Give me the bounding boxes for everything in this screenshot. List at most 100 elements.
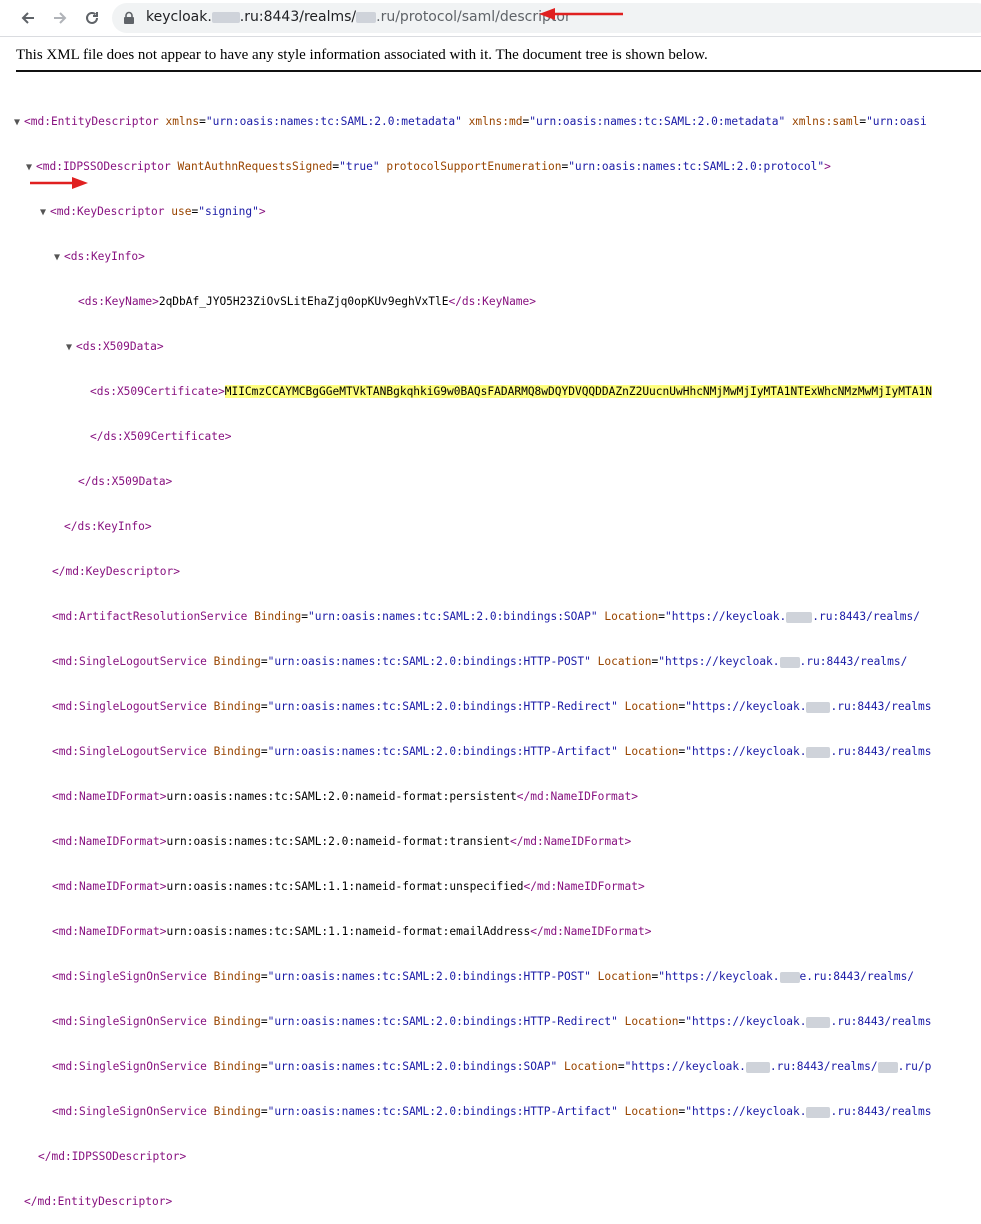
xml-line[interactable]: ▼ <md:KeyDescriptor use="signing"> <box>0 204 932 219</box>
url-part: .ru:8443/realms/ <box>239 9 357 25</box>
xml-attr: Binding <box>213 970 261 983</box>
xml-value: .ru:8443/realms <box>830 1105 932 1118</box>
xml-tag: </md:EntityDescriptor> <box>24 1195 173 1208</box>
xml-value: .ru/p <box>897 1060 932 1073</box>
xml-attr: WantAuthnRequestsSigned <box>177 160 333 173</box>
xml-attr: Location <box>597 655 652 668</box>
xml-tag: </ds:KeyInfo> <box>64 520 152 533</box>
xml-attr: Location <box>563 1060 618 1073</box>
xml-tag: <ds:KeyName> <box>78 295 159 308</box>
xml-attr: Binding <box>213 700 261 713</box>
xml-tag: </ds:X509Data> <box>78 475 173 488</box>
xml-value: "urn:oasis:names:tc:SAML:2.0:bindings:HT… <box>267 655 591 668</box>
xml-tag: </md:NameIDFormat> <box>530 925 652 938</box>
xml-value: "urn:oasis:names:tc:SAML:2.0:bindings:HT… <box>267 745 618 758</box>
xml-line: </md:EntityDescriptor> <box>0 1194 932 1209</box>
redacted-block <box>806 701 831 713</box>
redacted-block <box>779 656 800 668</box>
xml-line[interactable]: ▼ <md:IDPSSODescriptor WantAuthnRequestsS… <box>0 159 932 174</box>
xml-value: "urn:oasi <box>866 115 927 128</box>
browser-toolbar: keycloak. .ru:8443/realms/.ru/protocol/sa… <box>0 0 981 37</box>
collapse-toggle-icon[interactable]: ▼ <box>40 205 50 220</box>
xml-line[interactable]: ▼ <ds:X509Data> <box>0 339 932 354</box>
xml-tag: </md:NameIDFormat> <box>516 790 639 803</box>
xml-tag: <md:SingleSignOnService <box>52 1105 207 1118</box>
xml-line: </md:KeyDescriptor> <box>0 564 932 579</box>
xml-notice: This XML file does not appear to have an… <box>16 47 708 63</box>
xml-tag: > <box>824 160 831 173</box>
xml-attr: Location <box>624 1015 679 1028</box>
xml-line: <md:SingleLogoutService Binding="urn:oas… <box>52 655 908 668</box>
xml-value: "urn:oasis:names:tc:SAML:2.0:metadata" <box>205 115 462 128</box>
xml-value: "https://keycloak. <box>685 745 807 758</box>
xml-value: "urn:oasis:names:tc:SAML:2.0:metadata" <box>529 115 786 128</box>
xml-line[interactable]: ▼ <md:EntityDescriptor xmlns="urn:oasis:n… <box>0 114 932 129</box>
xml-line: <md:SingleLogoutService Binding="urn:oas… <box>52 700 932 713</box>
xml-line: <md:ArtifactResolutionService Binding="u… <box>52 610 921 623</box>
xml-attr: Location <box>604 610 659 623</box>
xml-value: "urn:oasis:names:tc:SAML:2.0:bindings:HT… <box>267 1105 618 1118</box>
xml-line: <ds:X509Certificate>MIICmzCCAYMCBgGGeMTV… <box>0 384 932 399</box>
redacted-block <box>786 611 813 623</box>
redacted-block <box>877 1061 898 1073</box>
xml-value: "https://keycloak. <box>658 655 780 668</box>
collapse-toggle-icon[interactable]: ▼ <box>14 115 24 130</box>
xml-value: e.ru:8443/realms/ <box>799 970 915 983</box>
xml-tag: <md:IDPSSODescriptor <box>36 160 171 173</box>
xml-attr: xmlns <box>165 115 200 128</box>
xml-value: "https://keycloak. <box>665 610 787 623</box>
redacted-block <box>211 11 240 23</box>
xml-value: "signing" <box>198 205 259 218</box>
xml-value: "urn:oasis:names:tc:SAML:2.0:protocol" <box>568 160 825 173</box>
xml-value: "https://keycloak. <box>685 700 807 713</box>
xml-value: "https://keycloak. <box>685 1015 807 1028</box>
xml-value: "https://keycloak. <box>685 1105 807 1118</box>
xml-tag: <md:NameIDFormat> <box>52 835 167 848</box>
xml-tag: <md:SingleLogoutService <box>52 700 207 713</box>
xml-tag: <ds:X509Certificate> <box>90 385 225 398</box>
xml-attr: Binding <box>213 655 261 668</box>
xml-attr: xmlns:saml <box>791 115 860 128</box>
redacted-block <box>745 1061 770 1073</box>
back-button[interactable] <box>16 6 40 30</box>
reload-icon <box>86 11 98 24</box>
xml-tag: <md:KeyDescriptor <box>50 205 165 218</box>
xml-tag: <md:ArtifactResolutionService <box>52 610 248 623</box>
xml-tag: <md:SingleSignOnService <box>52 1015 207 1028</box>
reload-button[interactable] <box>80 6 104 30</box>
xml-tag: <md:NameIDFormat> <box>52 880 167 893</box>
xml-value: "urn:oasis:names:tc:SAML:2.0:bindings:HT… <box>267 1015 618 1028</box>
xml-line: <md:SingleSignOnService Binding="urn:oas… <box>52 1060 932 1073</box>
forward-icon <box>54 12 67 24</box>
collapse-toggle-icon[interactable]: ▼ <box>26 160 36 175</box>
xml-text: urn:oasis:names:tc:SAML:2.0:nameid-forma… <box>166 790 517 803</box>
xml-line: <md:NameIDFormat>urn:oasis:names:tc:SAML… <box>0 879 932 894</box>
xml-tag: > <box>258 205 266 218</box>
xml-tag: <md:SingleSignOnService <box>52 970 207 983</box>
url-text: keycloak. .ru:8443/realms/.ru/protocol/sa… <box>146 9 571 25</box>
xml-line: </ds:X509Certificate> <box>0 429 932 444</box>
xml-value: .ru:8443/realms/ <box>812 610 921 623</box>
xml-value: .ru:8443/realms/ <box>799 655 908 668</box>
collapse-toggle-icon[interactable]: ▼ <box>66 340 76 355</box>
xml-attr: Location <box>624 1105 679 1118</box>
forward-button[interactable] <box>48 6 72 30</box>
xml-value: "urn:oasis:names:tc:SAML:2.0:bindings:SO… <box>267 1060 558 1073</box>
xml-tag: <md:NameIDFormat> <box>52 790 167 803</box>
xml-value: .ru:8443/realms <box>830 1015 932 1028</box>
collapse-toggle-icon[interactable]: ▼ <box>54 250 64 265</box>
xml-tag: <ds:KeyInfo> <box>64 250 145 263</box>
xml-tag: <md:SingleSignOnService <box>52 1060 207 1073</box>
xml-tag: <md:NameIDFormat> <box>52 925 167 938</box>
xml-attr: protocolSupportEnumeration <box>386 160 562 173</box>
xml-attr: Binding <box>213 745 261 758</box>
url-host: keycloak. <box>146 9 212 25</box>
xml-value: "true" <box>339 160 380 173</box>
lock-icon <box>124 11 134 24</box>
xml-attr: Binding <box>213 1105 261 1118</box>
redacted-block <box>806 746 831 758</box>
xml-tag: <md:EntityDescriptor <box>24 115 159 128</box>
xml-value: "https://keycloak. <box>658 970 780 983</box>
xml-line[interactable]: ▼ <ds:KeyInfo> <box>0 249 932 264</box>
xml-value: "urn:oasis:names:tc:SAML:2.0:bindings:SO… <box>307 610 598 623</box>
